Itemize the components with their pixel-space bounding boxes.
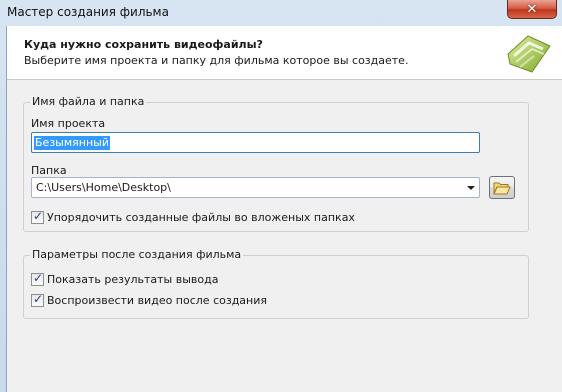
after-creation-group-legend: Параметры после создания фильма [30,248,244,261]
folder-label: Папка [31,164,67,177]
check-icon: ✓ [33,292,44,306]
page-title: Куда нужно сохранить видеофайлы? [24,38,263,51]
project-name-input[interactable]: Безымянный [31,132,480,153]
close-icon: ✕ [526,1,538,17]
wizard-header: Куда нужно сохранить видеофайлы? Выберит… [7,26,562,80]
show-results-label[interactable]: Показать результаты вывода [47,273,218,286]
play-video-checkbox[interactable]: ✓ [31,292,44,307]
check-icon: ✓ [33,209,44,223]
browse-folder-button[interactable] [489,176,515,199]
check-icon: ✓ [33,271,44,285]
wizard-client-area: Куда нужно сохранить видеофайлы? Выберит… [6,26,562,392]
play-video-label[interactable]: Воспроизвести видео после создания [47,294,267,307]
file-folder-group-legend: Имя файла и папка [30,95,147,108]
chevron-down-icon[interactable] [467,186,475,190]
show-results-checkbox[interactable]: ✓ [31,271,44,286]
wizard-window: Мастер создания фильма ✕ Куда нужно сохр… [0,0,562,392]
organize-subfolders-label[interactable]: Упорядочить созданные файлы во вложеных … [47,211,355,224]
project-name-value: Безымянный [34,136,110,150]
after-creation-group: Параметры после создания фильма [23,248,529,319]
movie-wizard-icon [502,32,554,76]
window-title: Мастер создания фильма [7,5,169,19]
project-name-label: Имя проекта [31,117,106,130]
folder-open-icon [493,182,511,194]
organize-subfolders-checkbox[interactable]: ✓ [31,209,44,224]
page-subtitle: Выберите имя проекта и папку для фильма … [24,54,409,67]
close-button[interactable]: ✕ [507,0,557,19]
folder-path-value: C:\Users\Home\Desktop\ [36,181,171,194]
folder-combobox[interactable]: C:\Users\Home\Desktop\ [31,177,480,198]
title-bar[interactable]: Мастер создания фильма ✕ [0,0,562,26]
